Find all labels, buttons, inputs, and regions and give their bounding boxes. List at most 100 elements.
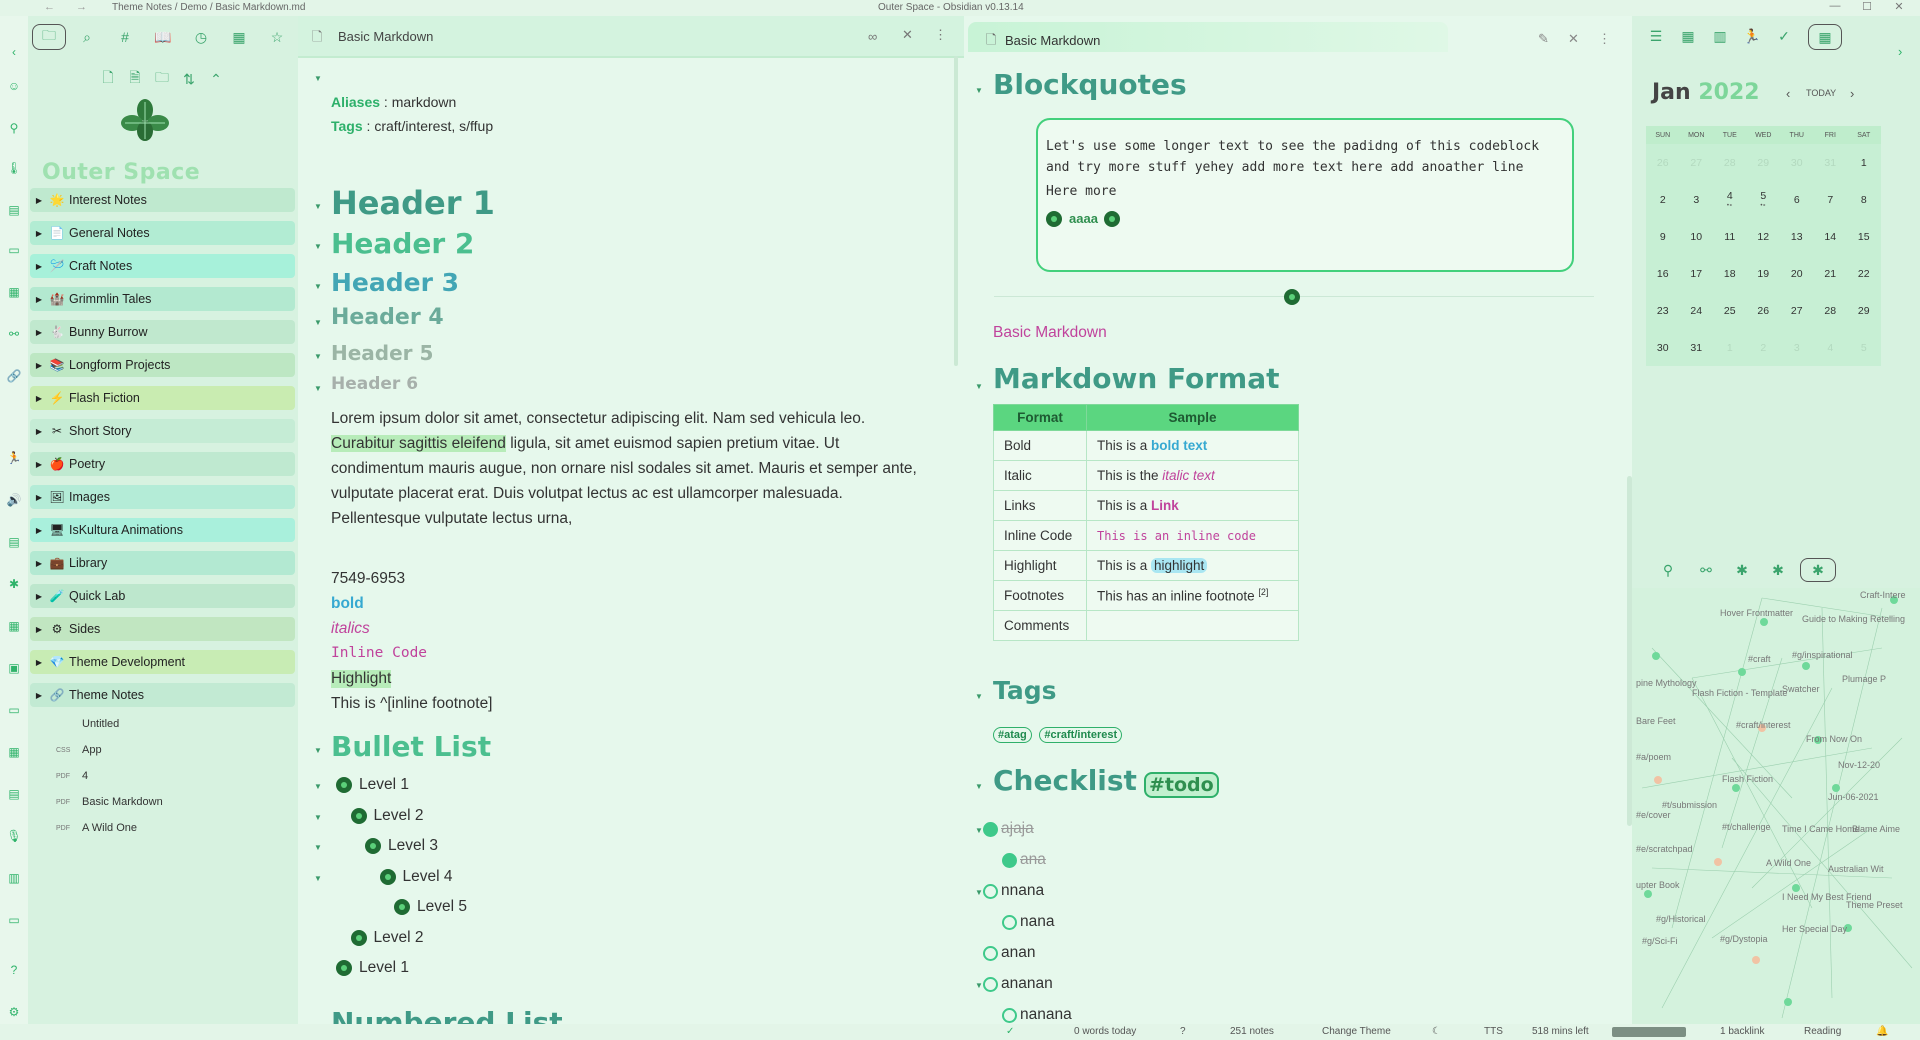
folder-item[interactable]: ▶ 🌟 Interest Notes — [30, 188, 295, 212]
new-folder-icon[interactable]: 🗀 — [152, 69, 172, 89]
file-item[interactable]: CSS App — [56, 744, 102, 756]
graph-node[interactable] — [1738, 668, 1746, 676]
fold-arrow-icon[interactable]: ▼ — [314, 874, 322, 883]
graph-cluster-icon[interactable]: ✱ — [1768, 560, 1788, 580]
expand-arrow-icon[interactable]: ▶ — [30, 691, 48, 700]
fold-arrow-icon[interactable]: ▼ — [314, 74, 322, 83]
run-icon[interactable]: 🏃 — [1742, 26, 1762, 46]
calendar-day[interactable]: 30 — [1646, 329, 1680, 366]
calendar-day[interactable]: 20 — [1780, 255, 1814, 292]
graph-node[interactable] — [1732, 784, 1740, 792]
grid-icon[interactable]: ▦ — [6, 744, 22, 760]
file-item[interactable]: Untitled — [56, 718, 119, 730]
graph-global-icon[interactable]: ✱ — [1800, 558, 1836, 582]
expand-arrow-icon[interactable]: ▶ — [30, 427, 48, 436]
todo-tag[interactable]: #todo — [1144, 772, 1219, 798]
calendar-day[interactable]: 18 — [1713, 255, 1747, 292]
calendar-2-icon[interactable]: ▦ — [6, 618, 22, 634]
calendar-day[interactable]: 5 •∘ — [1746, 181, 1780, 218]
calendar-day[interactable]: 4 •∘ — [1713, 181, 1747, 218]
calendar-day[interactable]: 5 — [1847, 329, 1881, 366]
list-icon[interactable]: ☰ — [1646, 26, 1666, 46]
checkbox[interactable] — [1002, 914, 1017, 930]
calendar-day[interactable]: 28 — [1813, 292, 1847, 329]
close-tab-icon[interactable]: ✕ — [1568, 31, 1579, 47]
checkmark-icon[interactable]: ✓ — [1774, 26, 1794, 46]
maximize-button[interactable]: ☐ — [1852, 0, 1882, 13]
network-icon[interactable]: ⚯ — [6, 326, 22, 342]
previous-month-icon[interactable]: ‹ — [1786, 86, 1790, 101]
expand-arrow-icon[interactable]: ▶ — [30, 262, 48, 271]
bike-icon[interactable]: ⚲ — [6, 120, 22, 136]
folder-item[interactable]: ▶ 🧪 Quick Lab — [30, 584, 295, 608]
expand-arrow-icon[interactable]: ▶ — [30, 229, 48, 238]
expand-arrow-icon[interactable]: ▶ — [30, 328, 48, 337]
fold-arrow-icon[interactable]: ▼ — [314, 242, 322, 251]
internal-link[interactable]: Basic Markdown — [993, 324, 1107, 342]
fold-arrow-icon[interactable]: ▼ — [314, 352, 322, 361]
folder-item[interactable]: ▶ ⚙ Sides — [30, 617, 295, 641]
table-icon[interactable]: ▤ — [6, 786, 22, 802]
expand-arrow-icon[interactable]: ▶ — [30, 394, 48, 403]
back-arrow-icon[interactable]: ← — [44, 1, 55, 13]
id-card-icon[interactable]: ▭ — [6, 912, 22, 928]
calendar-day[interactable]: 4 — [1813, 329, 1847, 366]
star-icon[interactable]: ☆ — [266, 26, 288, 48]
gallery-icon[interactable]: ▣ — [6, 660, 22, 676]
fold-arrow-icon[interactable]: ▼ — [314, 746, 322, 755]
folder-item[interactable]: ▶ 💼 Library — [30, 551, 295, 575]
graph-node[interactable] — [1792, 884, 1800, 892]
search-icon[interactable]: ⌕ — [76, 26, 98, 48]
graph-node[interactable] — [1654, 776, 1662, 784]
calendar-day[interactable]: 21 — [1813, 255, 1847, 292]
expand-arrow-icon[interactable]: ▶ — [30, 592, 48, 601]
calendar-day[interactable]: 17 — [1679, 255, 1713, 292]
calendar-day[interactable]: 2 — [1646, 181, 1680, 218]
folder-item[interactable]: ▶ 📄 General Notes — [30, 221, 295, 245]
calendar-day[interactable]: 27 — [1679, 144, 1713, 181]
calendar-day[interactable]: 24 — [1679, 292, 1713, 329]
folder-item[interactable]: ▶ 🍎 Poetry — [30, 452, 295, 476]
folder-icon[interactable]: 🗀 — [32, 24, 66, 50]
calendar-day[interactable]: 3 — [1780, 329, 1814, 366]
bar-chart-icon[interactable]: ▥ — [1710, 26, 1730, 46]
sort-icon[interactable]: ⇅ — [179, 69, 199, 89]
graph-node[interactable] — [1832, 784, 1840, 792]
graph-network-icon[interactable]: ✱ — [1732, 560, 1752, 580]
thermometer-icon[interactable]: 🌡 — [6, 160, 22, 176]
calendar-day[interactable]: 16 — [1646, 255, 1680, 292]
calendar-icon[interactable]: ▦ — [6, 284, 22, 300]
calendar-day[interactable]: 29 — [1847, 292, 1881, 329]
calendar-day[interactable]: 2 — [1746, 329, 1780, 366]
tag-pill[interactable]: #atag — [993, 727, 1032, 743]
graph-node[interactable] — [1714, 858, 1722, 866]
fold-arrow-icon[interactable]: ▼ — [975, 888, 983, 897]
run-icon[interactable]: 🏃 — [6, 450, 22, 466]
expand-arrow-icon[interactable]: ▶ — [30, 559, 48, 568]
today-button[interactable]: TODAY — [1806, 88, 1836, 98]
collapse-all-icon[interactable]: ⌃ — [206, 69, 226, 89]
calendar-day[interactable]: 14 — [1813, 218, 1847, 255]
checkbox[interactable] — [983, 883, 998, 899]
folder-item[interactable]: ▶ 🖥 IsKultura Animations — [30, 518, 295, 542]
file-item[interactable]: PDF 4 — [56, 770, 88, 782]
fold-arrow-icon[interactable]: ▼ — [314, 282, 322, 291]
calendar-day[interactable]: 12 — [1746, 218, 1780, 255]
folder-item[interactable]: ▶ ⚡ Flash Fiction — [30, 386, 295, 410]
graph-node[interactable] — [1760, 618, 1768, 626]
calendar-day[interactable]: 26 — [1746, 292, 1780, 329]
expand-arrow-icon[interactable]: ▶ — [30, 658, 48, 667]
tab-title[interactable]: Basic Markdown — [338, 29, 433, 44]
graph-icon[interactable]: ✱ — [6, 576, 22, 592]
tab-title[interactable]: Basic Markdown — [1005, 33, 1100, 48]
change-theme-button[interactable]: Change Theme — [1322, 1026, 1391, 1037]
fold-arrow-icon[interactable]: ▼ — [314, 843, 322, 852]
fold-arrow-icon[interactable]: ▼ — [314, 813, 322, 822]
fold-arrow-icon[interactable]: ▼ — [975, 86, 983, 95]
fold-arrow-icon[interactable]: ▼ — [314, 202, 322, 211]
calendar-day[interactable]: 3 — [1679, 181, 1713, 218]
new-note-icon[interactable]: 🗋 — [98, 69, 118, 89]
checkbox[interactable] — [983, 821, 998, 837]
mic-icon[interactable]: 🎙 — [6, 828, 22, 844]
help-icon[interactable]: ? — [1180, 1026, 1186, 1037]
